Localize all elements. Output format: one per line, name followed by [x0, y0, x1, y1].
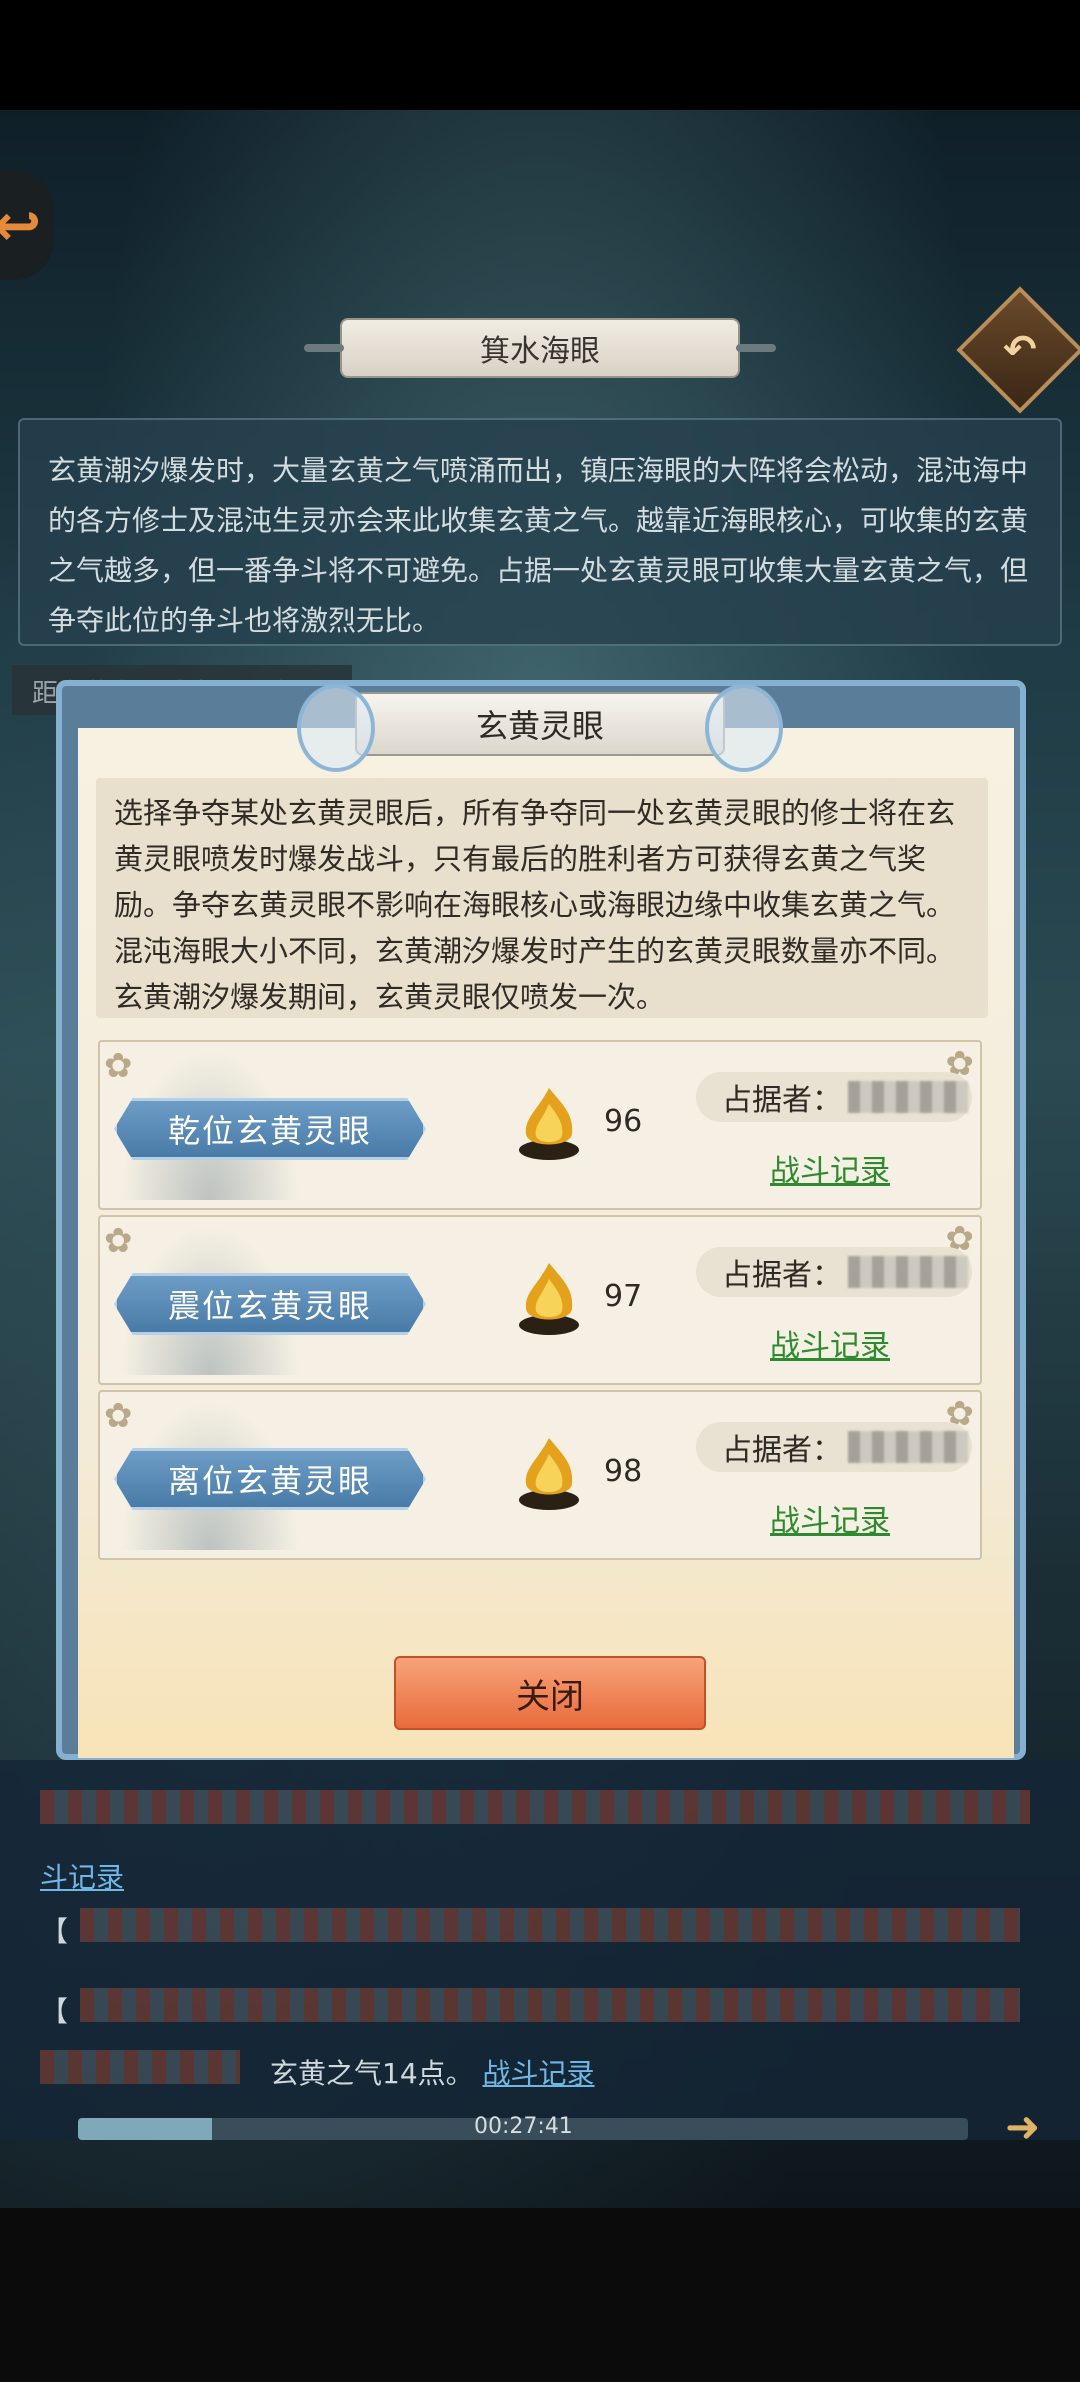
close-button[interactable]: 关闭	[394, 1656, 706, 1730]
occupant-name-blurred	[848, 1081, 968, 1113]
eye-row: ✿ ✿ 乾位玄黄灵眼 96 占据者： 战斗记录	[98, 1040, 982, 1210]
cloud-icon: ✿	[104, 1396, 133, 1436]
exit-icon[interactable]: ➜	[1005, 2102, 1040, 2151]
occupant-label: 占据者：	[722, 1433, 842, 1468]
battle-record-link[interactable]: 战斗记录	[770, 1146, 890, 1190]
eye-row: ✿ ✿ 震位玄黄灵眼 97 占据者： 战斗记录	[98, 1215, 982, 1385]
battle-record-link[interactable]: 战斗记录	[770, 1496, 890, 1540]
blurred-log-text	[80, 1988, 1020, 2022]
eye-name-li[interactable]: 离位玄黄灵眼	[114, 1448, 426, 1510]
eye-value: 98	[604, 1454, 643, 1489]
cloud-icon: ✿	[104, 1046, 133, 1086]
status-bar-area	[0, 0, 1080, 110]
blurred-log-text	[40, 2050, 240, 2084]
log-line: 斗记录	[40, 1856, 124, 1896]
log-line: 玄黄之气14点。 战斗记录	[270, 2057, 595, 2090]
battle-record-link[interactable]: 斗记录	[40, 1861, 124, 1894]
eye-value: 97	[604, 1279, 643, 1314]
occupant-name-blurred	[848, 1431, 968, 1463]
occupant-badge: 占据者：	[696, 1072, 972, 1122]
flame-icon	[519, 1263, 579, 1335]
log-line: 【	[40, 1915, 69, 1948]
return-arrow-icon: ↶	[1003, 326, 1037, 373]
modal-title: 玄黄灵眼	[297, 684, 783, 772]
blurred-log-text	[40, 1790, 1030, 1824]
eye-value: 96	[604, 1104, 643, 1139]
battle-record-link[interactable]: 战斗记录	[483, 2057, 595, 2090]
progress-fill	[78, 2118, 212, 2140]
flame-icon	[519, 1438, 579, 1510]
back-arrow-icon: ↩	[0, 191, 42, 259]
eye-name-qian[interactable]: 乾位玄黄灵眼	[114, 1098, 426, 1160]
occupant-badge: 占据者：	[696, 1247, 972, 1297]
scene-title: 箕水海眼	[304, 318, 776, 378]
occupant-label: 占据者：	[722, 1083, 842, 1118]
cloud-icon: ✿	[104, 1221, 133, 1261]
log-line: 【	[40, 1995, 69, 2028]
back-button[interactable]: ↩	[0, 170, 54, 280]
playback-time: 00:27:41	[474, 2114, 573, 2139]
battle-record-link[interactable]: 战斗记录	[770, 1321, 890, 1365]
occupant-name-blurred	[848, 1256, 968, 1288]
occupant-label: 占据者：	[722, 1258, 842, 1293]
rules-text: 选择争夺某处玄黄灵眼后，所有争夺同一处玄黄灵眼的修士将在玄黄灵眼喷发时爆发战斗，…	[96, 778, 988, 1018]
bottom-bar-area	[0, 2208, 1080, 2382]
occupant-badge: 占据者：	[696, 1422, 972, 1472]
eye-name-zhen[interactable]: 震位玄黄灵眼	[114, 1273, 426, 1335]
flame-icon	[519, 1088, 579, 1160]
blurred-log-text	[80, 1908, 1020, 1942]
battle-log: 斗记录 【 【 玄黄之气14点。 战斗记录	[0, 1760, 1080, 2140]
scene-description: 玄黄潮汐爆发时，大量玄黄之气喷涌而出，镇压海眼的大阵将会松动，混沌海中的各方修士…	[18, 418, 1062, 646]
eye-row: ✿ ✿ 离位玄黄灵眼 98 占据者： 战斗记录	[98, 1390, 982, 1560]
